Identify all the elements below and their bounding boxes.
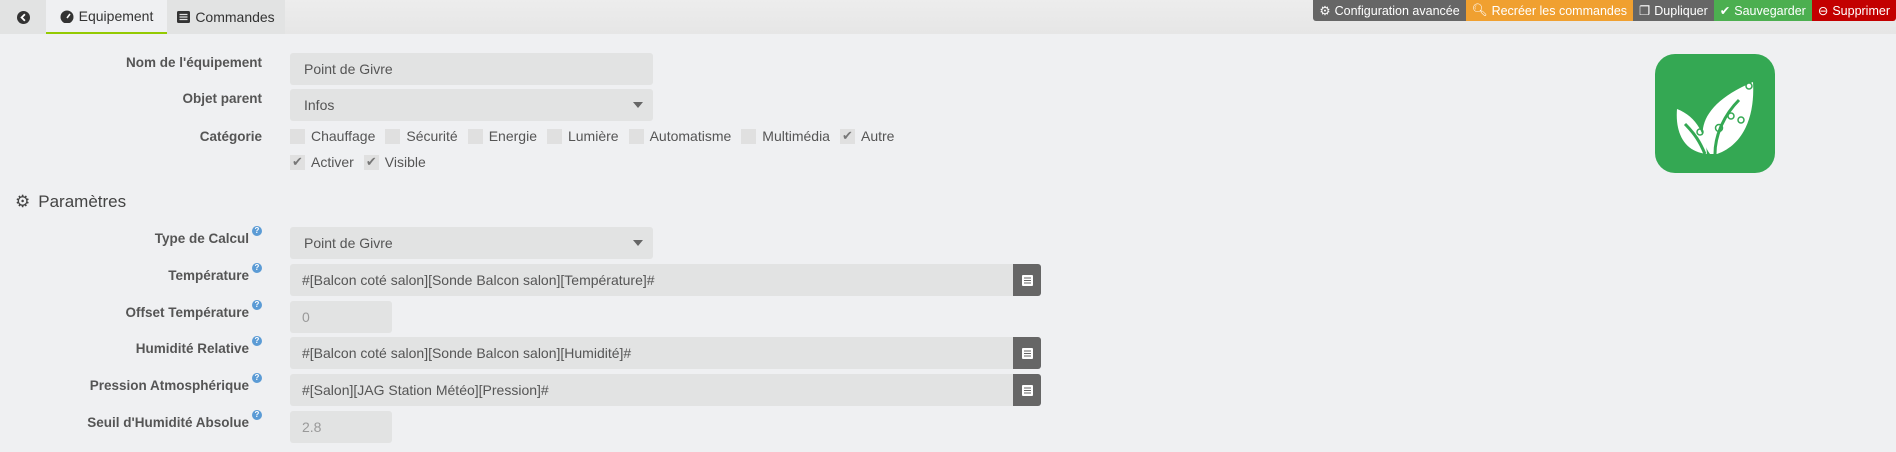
help-icon[interactable]: ? (252, 336, 262, 346)
category-label: Catégorie (199, 129, 262, 144)
offset-label: Offset Température? (125, 300, 262, 320)
button-label: Recréer les commandes (1491, 3, 1628, 18)
save-button[interactable]: ✔ Sauvegarder (1713, 0, 1812, 21)
visible-checkbox[interactable]: ✔ Visible (363, 154, 426, 170)
tab-label: Commandes (195, 9, 275, 25)
recreate-commands-button[interactable]: 🔍︎ Recréer les commandes (1465, 0, 1634, 21)
caret-down-icon (633, 102, 643, 108)
checkbox-box (546, 128, 562, 144)
checkbox-box (741, 128, 757, 144)
category-checkbox-energie[interactable]: Energie (467, 128, 537, 144)
calc-type-label: Type de Calcul? (155, 226, 262, 246)
name-input[interactable]: Point de Givre (290, 53, 653, 85)
check-icon: ✔ (290, 154, 305, 170)
checkbox-label: Multimédia (762, 128, 830, 144)
checkbox-box (290, 128, 305, 144)
list-alt-icon (1021, 274, 1033, 286)
help-icon[interactable]: ? (252, 226, 262, 236)
category-checkbox-autre[interactable]: ✔ Autre (839, 128, 895, 144)
checkbox-label: Visible (384, 154, 426, 170)
parent-value: Infos (304, 97, 335, 113)
help-icon[interactable]: ? (252, 263, 262, 273)
calc-type-select[interactable]: Point de Givre (290, 227, 653, 259)
check-icon: ✔ (839, 128, 855, 144)
copy-icon: ❐ (1639, 4, 1651, 18)
cogs-icon: ⚙ (1319, 4, 1331, 18)
checkbox-label: Chauffage (311, 128, 376, 144)
minus-circle-icon: ⊖ (1817, 4, 1829, 18)
category-checkbox-sécurité[interactable]: Sécurité (385, 128, 458, 144)
calc-type-value: Point de Givre (304, 235, 393, 251)
select-command-button[interactable] (1013, 337, 1041, 369)
list-icon (177, 11, 191, 23)
help-icon[interactable]: ? (252, 300, 262, 310)
checkbox-box (385, 128, 401, 144)
offset-input[interactable]: 0 (290, 301, 392, 333)
back-button[interactable] (0, 0, 46, 34)
dashboard-icon (60, 10, 74, 23)
pressure-label: Pression Atmosphérique? (90, 373, 262, 393)
checkbox-label: Sécurité (406, 128, 458, 144)
checkbox-label: Activer (311, 154, 354, 170)
category-checkboxes: Chauffage Sécurité Energie Lumière Automatis… (290, 128, 904, 144)
temperature-input[interactable]: #[Balcon coté salon][Sonde Balcon salon]… (290, 264, 1013, 296)
checkbox-box (628, 128, 644, 144)
search-icon: 🔍︎ (1471, 3, 1488, 17)
button-label: Sauvegarder (1734, 3, 1806, 18)
button-label: Configuration avancée (1334, 3, 1460, 18)
section-title: Paramètres (38, 192, 127, 211)
checkbox-label: Autre (860, 128, 895, 144)
delete-button[interactable]: ⊖ Supprimer (1811, 0, 1896, 21)
name-label: Nom de l'équipement (126, 55, 262, 70)
button-label: Dupliquer (1654, 3, 1708, 18)
list-alt-icon (1021, 347, 1033, 359)
leaf-plant-icon (1676, 82, 1754, 155)
checkbox-label: Automatisme (649, 128, 732, 144)
plugin-logo (1655, 54, 1775, 173)
params-section-title: ⚙ Paramètres (15, 192, 126, 212)
checkbox-box (467, 128, 483, 144)
caret-down-icon (633, 240, 643, 246)
humidity-input[interactable]: #[Balcon coté salon][Sonde Balcon salon]… (290, 337, 1013, 369)
select-command-button[interactable] (1013, 374, 1041, 406)
arrow-circle-left-icon (16, 10, 30, 24)
parent-select[interactable]: Infos (290, 89, 653, 121)
temperature-label: Température? (168, 263, 262, 283)
checkbox-label: Energie (488, 128, 537, 144)
checkbox-label: Lumière (567, 128, 619, 144)
check-circle-icon: ✔ (1719, 4, 1731, 18)
threshold-label: Seuil d'Humidité Absolue? (87, 410, 262, 430)
category-checkbox-multimédia[interactable]: Multimédia (741, 128, 830, 144)
category-checkbox-lumière[interactable]: Lumière (546, 128, 619, 144)
pressure-input[interactable]: #[Salon][JAG Station Météo][Pression]# (290, 374, 1013, 406)
help-icon[interactable]: ? (252, 410, 262, 420)
check-icon: ✔ (363, 154, 379, 170)
tab-commandes[interactable]: Commandes (167, 0, 285, 34)
help-icon[interactable]: ? (252, 373, 262, 383)
threshold-input[interactable]: 2.8 (290, 411, 392, 443)
category-checkbox-automatisme[interactable]: Automatisme (628, 128, 732, 144)
select-command-button[interactable] (1013, 264, 1041, 296)
tab-equipement[interactable]: Equipement (46, 0, 167, 34)
list-alt-icon (1021, 384, 1033, 396)
advanced-config-button[interactable]: ⚙ Configuration avancée (1313, 0, 1466, 21)
parent-label: Objet parent (182, 91, 262, 106)
duplicate-button[interactable]: ❐ Dupliquer (1633, 0, 1714, 21)
button-label: Supprimer (1832, 3, 1890, 18)
gear-icon: ⚙ (15, 192, 31, 211)
action-toolbar: ⚙ Configuration avancée 🔍︎ Recréer les com… (1313, 0, 1896, 21)
category-checkbox-chauffage[interactable]: Chauffage (290, 128, 375, 144)
activer-checkbox[interactable]: ✔ Activer (290, 154, 354, 170)
humidity-label: Humidité Relative? (136, 336, 262, 356)
tab-label: Equipement (78, 8, 154, 24)
